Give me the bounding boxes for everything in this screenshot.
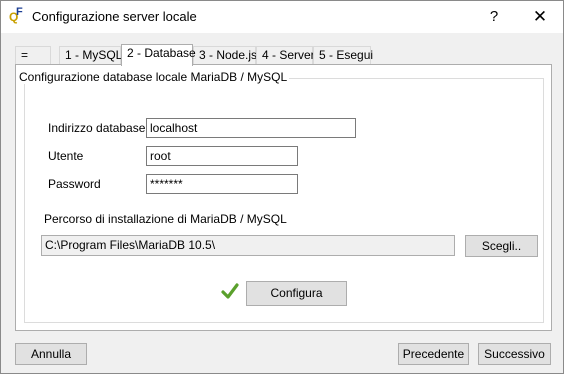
cancel-button[interactable]: Annulla (15, 343, 87, 365)
configure-button[interactable]: Configura (246, 281, 347, 306)
password-label: Password (48, 177, 101, 191)
window-title: Configurazione server locale (32, 9, 197, 24)
address-field[interactable]: localhost (146, 118, 356, 138)
app-icon: QF (9, 6, 23, 24)
group-title: Configurazione database locale MariaDB /… (17, 70, 290, 84)
tab-mysql[interactable]: 1 - MySQL (59, 46, 122, 65)
help-button[interactable]: ? (471, 1, 517, 33)
user-label: Utente (48, 149, 84, 163)
next-button[interactable]: Successivo (478, 343, 551, 365)
window: QF Configurazione server locale ? ✕ = 1 … (0, 0, 564, 374)
password-field[interactable]: ******* (146, 174, 298, 194)
path-field[interactable]: C:\Program Files\MariaDB 10.5\ (41, 235, 455, 256)
tab-nodejs[interactable]: 3 - Node.js (193, 46, 257, 65)
tab-database[interactable]: 2 - Database (121, 44, 196, 66)
user-field[interactable]: root (146, 146, 298, 166)
tab-server[interactable]: 4 - Server (256, 46, 315, 65)
check-icon (221, 283, 239, 299)
tab-home[interactable]: = (15, 46, 51, 65)
close-button[interactable]: ✕ (517, 1, 563, 33)
title-bar: QF Configurazione server locale ? ✕ (1, 1, 563, 33)
address-label: Indirizzo database: (48, 121, 149, 135)
browse-button[interactable]: Scegli.. (465, 235, 538, 257)
tab-esegui[interactable]: 5 - Esegui (313, 46, 373, 65)
path-label: Percorso di installazione di MariaDB / M… (44, 212, 287, 226)
previous-button[interactable]: Precedente (398, 343, 469, 365)
